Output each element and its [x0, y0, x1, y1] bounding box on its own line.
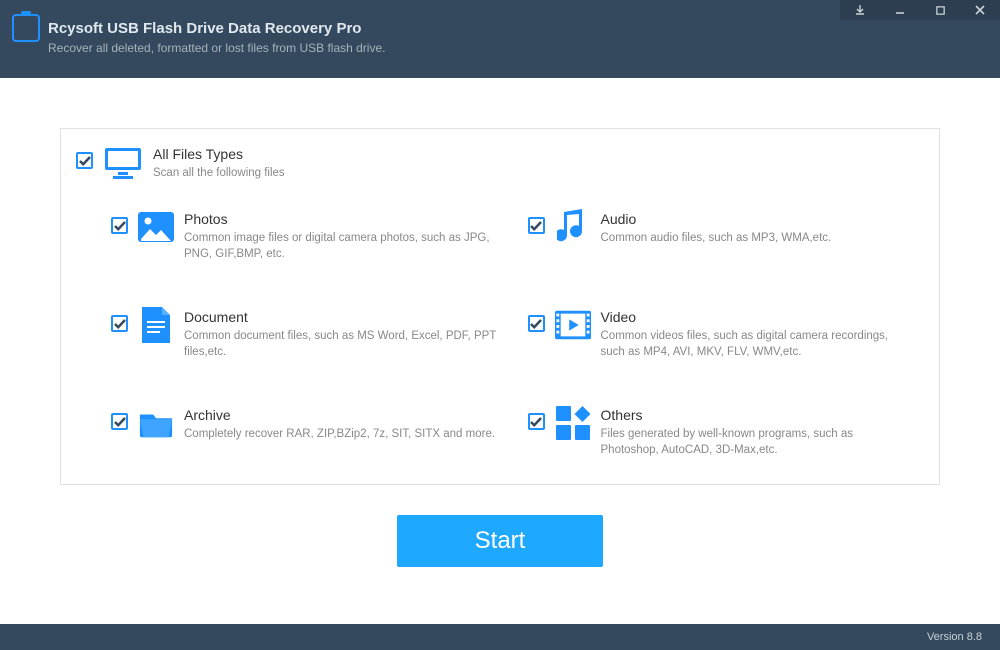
option-others: Others Files generated by well-known pro… [528, 405, 915, 458]
archive-title: Archive [184, 407, 498, 423]
audio-title: Audio [601, 211, 915, 227]
main-content: All Files Types Scan all the following f… [0, 78, 1000, 624]
logo-area: Rcysoft USB Flash Drive Data Recovery Pr… [0, 0, 397, 78]
photos-desc: Common image files or digital camera pho… [184, 230, 498, 262]
window-controls [840, 0, 1000, 20]
others-desc: Files generated by well-known programs, … [601, 426, 915, 458]
checkbox-all[interactable] [76, 152, 93, 169]
file-type-panel: All Files Types Scan all the following f… [60, 128, 940, 485]
download-button[interactable] [840, 0, 880, 20]
checkbox-audio[interactable] [528, 217, 545, 234]
option-all-title: All Files Types [153, 146, 914, 162]
photos-icon [138, 209, 174, 245]
checkbox-video[interactable] [528, 315, 545, 332]
video-title: Video [601, 309, 915, 325]
photos-title: Photos [184, 211, 498, 227]
audio-desc: Common audio files, such as MP3, WMA,etc… [601, 230, 915, 246]
minimize-icon [894, 4, 906, 16]
version-label: Version 8.8 [927, 631, 982, 643]
audio-icon [555, 209, 591, 245]
close-button[interactable] [960, 0, 1000, 20]
option-archive: Archive Completely recover RAR, ZIP,BZip… [111, 405, 498, 458]
document-desc: Common document files, such as MS Word, … [184, 328, 498, 360]
monitor-icon [103, 144, 143, 184]
app-title: Rcysoft USB Flash Drive Data Recovery Pr… [48, 20, 385, 37]
video-icon [555, 307, 591, 343]
others-title: Others [601, 407, 915, 423]
option-photos: Photos Common image files or digital cam… [111, 209, 498, 262]
document-icon [138, 307, 174, 343]
checkbox-photos[interactable] [111, 217, 128, 234]
checkbox-document[interactable] [111, 315, 128, 332]
app-subtitle: Recover all deleted, formatted or lost f… [48, 41, 385, 55]
option-all: All Files Types Scan all the following f… [76, 144, 914, 184]
option-all-desc: Scan all the following files [153, 165, 914, 181]
header-text: Rcysoft USB Flash Drive Data Recovery Pr… [48, 10, 385, 55]
start-button[interactable]: Start [397, 515, 604, 567]
archive-icon [138, 405, 174, 441]
checkbox-archive[interactable] [111, 413, 128, 430]
option-audio: Audio Common audio files, such as MP3, W… [528, 209, 915, 262]
maximize-icon [935, 5, 946, 16]
option-video: Video Common videos files, such as digit… [528, 307, 915, 360]
document-title: Document [184, 309, 498, 325]
footer: Version 8.8 [0, 624, 1000, 650]
maximize-button[interactable] [920, 0, 960, 20]
option-document: Document Common document files, such as … [111, 307, 498, 360]
video-desc: Common videos files, such as digital cam… [601, 328, 915, 360]
start-area: Start [60, 485, 940, 597]
checkbox-others[interactable] [528, 413, 545, 430]
minimize-button[interactable] [880, 0, 920, 20]
others-icon [555, 405, 591, 441]
header: Rcysoft USB Flash Drive Data Recovery Pr… [0, 0, 1000, 78]
download-icon [854, 4, 866, 16]
archive-desc: Completely recover RAR, ZIP,BZip2, 7z, S… [184, 426, 498, 442]
app-logo-icon [12, 14, 40, 42]
close-icon [974, 4, 986, 16]
